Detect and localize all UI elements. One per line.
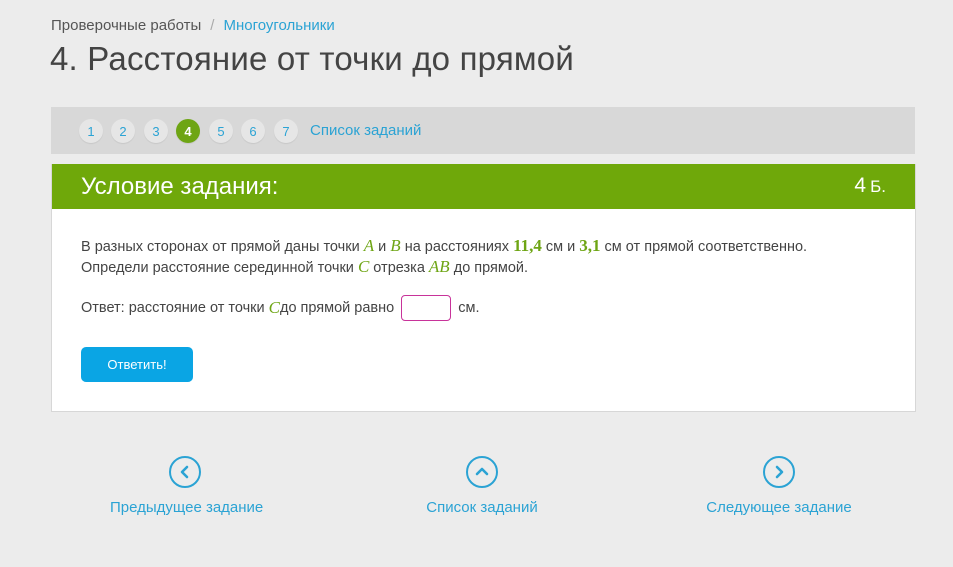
task-points-unit: Б. bbox=[870, 177, 886, 196]
breadcrumb-item-polygons[interactable]: Многоугольники bbox=[223, 17, 334, 34]
breadcrumb-item-checks[interactable]: Проверочные работы bbox=[51, 17, 201, 34]
problem-text: В разных сторонах от прямой даны точки A… bbox=[81, 236, 881, 278]
math-segment-ab: AB bbox=[428, 257, 450, 276]
breadcrumb-separator: / bbox=[210, 17, 215, 34]
pager-item-6[interactable]: 6 bbox=[241, 119, 265, 143]
answer-input[interactable] bbox=[401, 295, 452, 321]
math-point-c-answer: C bbox=[268, 298, 280, 317]
problem-text-fragment: Определи расстояние серединной точки bbox=[81, 260, 358, 276]
pager-task-list-link[interactable]: Список заданий bbox=[310, 122, 421, 139]
submit-answer-button[interactable]: Ответить! bbox=[81, 347, 193, 382]
problem-text-fragment: отрезка bbox=[369, 260, 429, 276]
task-list-link[interactable]: Список заданий bbox=[422, 456, 542, 516]
task-card: Условие задания: 4 Б. В разных сторонах о… bbox=[51, 164, 916, 412]
previous-task-link[interactable]: Предыдущее задание bbox=[110, 456, 264, 516]
pager-item-2[interactable]: 2 bbox=[111, 119, 135, 143]
answer-unit: см. bbox=[458, 300, 480, 316]
chevron-up-circle-icon bbox=[466, 456, 498, 488]
pager-item-5[interactable]: 5 bbox=[209, 119, 233, 143]
page-title: 4. Расстояние от точки до прямой bbox=[50, 40, 574, 77]
math-distance-b: 3,1 bbox=[579, 236, 601, 255]
pager-item-4-active[interactable]: 4 bbox=[176, 119, 200, 143]
previous-task-label: Предыдущее задание bbox=[110, 499, 264, 516]
math-point-b: B bbox=[390, 236, 401, 255]
task-pager: 1 2 3 4 5 6 7 Список заданий bbox=[51, 107, 915, 154]
problem-text-fragment: см и bbox=[541, 239, 580, 255]
problem-text-fragment: В разных сторонах от прямой даны точки bbox=[81, 239, 364, 255]
problem-text-fragment: и bbox=[374, 239, 391, 255]
problem-line-2: Определи расстояние серединной точки C о… bbox=[81, 257, 881, 278]
task-condition-title: Условие задания: bbox=[81, 173, 279, 200]
problem-text-fragment: на расстояниях bbox=[400, 239, 514, 255]
pager-item-3[interactable]: 3 bbox=[144, 119, 168, 143]
next-task-link[interactable]: Следующее задание bbox=[706, 456, 852, 516]
math-point-a: A bbox=[363, 236, 375, 255]
chevron-left-circle-icon bbox=[169, 456, 201, 488]
problem-text-fragment: до прямой. bbox=[449, 260, 529, 276]
chevron-right-circle-icon bbox=[763, 456, 795, 488]
next-task-label: Следующее задание bbox=[706, 499, 852, 516]
breadcrumb: Проверочные работы / Многоугольники bbox=[51, 17, 335, 34]
pager-item-7[interactable]: 7 bbox=[274, 119, 298, 143]
answer-prefix: Ответ: расстояние от точки bbox=[81, 300, 265, 316]
pager-item-1[interactable]: 1 bbox=[79, 119, 103, 143]
task-points-value: 4 bbox=[854, 174, 867, 197]
answer-middle-text: до прямой равно bbox=[279, 300, 395, 316]
math-distance-a: 11,4 bbox=[513, 236, 542, 255]
task-points: 4 Б. bbox=[854, 174, 886, 198]
task-list-label: Список заданий bbox=[426, 499, 538, 516]
task-card-header: Условие задания: 4 Б. bbox=[52, 164, 915, 209]
math-point-c: C bbox=[357, 257, 370, 276]
problem-text-fragment: см от прямой соответственно. bbox=[600, 239, 808, 255]
answer-row: Ответ: расстояние от точки C до прямой р… bbox=[81, 295, 479, 321]
problem-line-1: В разных сторонах от прямой даны точки A… bbox=[81, 236, 881, 257]
